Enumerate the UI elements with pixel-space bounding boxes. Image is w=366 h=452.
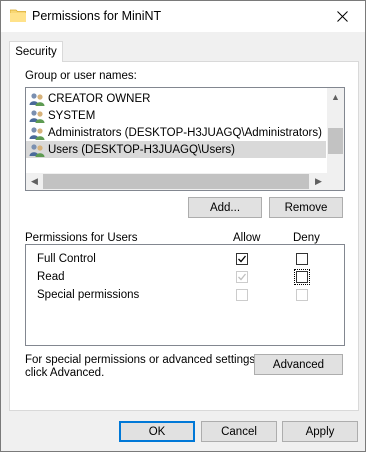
scroll-left-arrow-icon[interactable]: ◀ — [26, 173, 43, 190]
tab-security-label: Security — [15, 46, 57, 58]
permission-name: Full Control — [37, 253, 96, 265]
apply-button[interactable]: Apply — [282, 421, 358, 442]
ok-button[interactable]: OK — [119, 421, 195, 442]
advanced-text-line1: For special permissions or advanced sett… — [25, 354, 259, 366]
read-deny-checkbox[interactable] — [294, 269, 310, 285]
cancel-button[interactable]: Cancel — [201, 421, 277, 442]
checkmark-icon — [238, 273, 247, 281]
add-button-label: Add... — [209, 201, 241, 214]
user-name: Administrators (DESKTOP-H3JUAGQ\Administ… — [48, 126, 322, 139]
advanced-button[interactable]: Advanced — [254, 354, 343, 375]
list-item[interactable]: CREATOR OWNER — [26, 90, 326, 107]
close-icon — [336, 11, 348, 22]
ok-button-label: OK — [148, 425, 166, 438]
group-label: Group or user names: — [25, 70, 137, 82]
user-name: SYSTEM — [48, 109, 96, 122]
list-item[interactable]: Administrators (DESKTOP-H3JUAGQ\Administ… — [26, 124, 326, 141]
apply-button-label: Apply — [305, 425, 335, 438]
user-group-icon — [29, 143, 45, 157]
advanced-text-line2: click Advanced. — [25, 367, 105, 379]
full-control-allow-checkbox[interactable] — [236, 253, 248, 265]
add-button[interactable]: Add... — [188, 197, 262, 218]
remove-button[interactable]: Remove — [269, 197, 343, 218]
permissions-label: Permissions for Users — [25, 232, 138, 244]
permission-name: Special permissions — [37, 289, 140, 301]
horizontal-scrollbar[interactable]: ◀ ▶ — [26, 173, 344, 190]
special-deny-checkbox — [296, 289, 308, 301]
user-name: CREATOR OWNER — [48, 92, 151, 105]
advanced-button-label: Advanced — [272, 358, 325, 371]
scroll-right-arrow-icon[interactable]: ▶ — [310, 173, 327, 190]
deny-header: Deny — [293, 232, 320, 244]
remove-button-label: Remove — [284, 201, 328, 214]
tab-security[interactable]: Security — [9, 41, 63, 62]
scroll-up-arrow-icon[interactable]: ▲ — [327, 88, 344, 105]
permission-name: Read — [37, 271, 65, 283]
title-bar: Permissions for MiniNT — [1, 1, 365, 32]
vertical-scrollbar[interactable]: ▲ — [327, 88, 344, 173]
checkmark-icon — [238, 255, 247, 263]
folder-icon — [9, 8, 27, 23]
vertical-scroll-thumb[interactable] — [328, 128, 343, 154]
cancel-button-label: Cancel — [221, 425, 257, 438]
user-group-icon — [29, 126, 45, 140]
allow-header: Allow — [233, 232, 261, 244]
user-listbox[interactable]: CREATOR OWNER SYSTEM Administrators (DES… — [25, 87, 345, 191]
special-allow-checkbox — [236, 289, 248, 301]
permissions-dialog: Permissions for MiniNT Security Group or… — [0, 0, 366, 452]
horizontal-scroll-thumb[interactable] — [43, 174, 309, 189]
user-name: Users (DESKTOP-H3JUAGQ\Users) — [48, 143, 236, 156]
full-control-deny-checkbox[interactable] — [296, 253, 308, 265]
window-title: Permissions for MiniNT — [32, 9, 162, 23]
close-button[interactable] — [319, 1, 365, 32]
read-allow-checkbox — [236, 271, 248, 283]
user-group-icon — [29, 109, 45, 123]
list-item[interactable]: SYSTEM — [26, 107, 326, 124]
user-group-icon — [29, 92, 45, 106]
list-item-selected[interactable]: Users (DESKTOP-H3JUAGQ\Users) — [26, 141, 326, 158]
security-panel: Group or user names: CREATOR OWNER SYSTE… — [9, 61, 359, 411]
permissions-list: Full Control Read Special permissions — [25, 244, 345, 346]
